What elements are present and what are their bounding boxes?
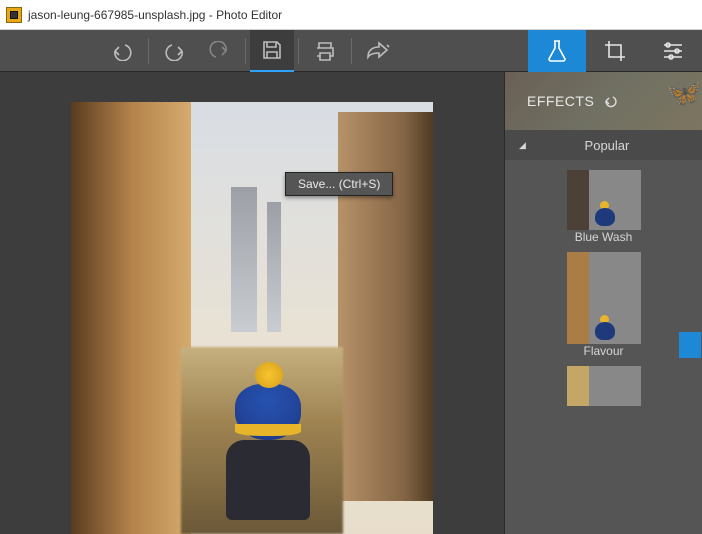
- side-panel-header: EFFECTS 🦋: [505, 72, 702, 130]
- sliders-icon: [661, 41, 685, 61]
- share-icon: [365, 41, 391, 61]
- effect-blue-wash[interactable]: Blue Wash: [567, 170, 641, 250]
- redo-icon: [163, 41, 187, 61]
- window-title: jason-leung-667985-unsplash.jpg - Photo …: [28, 8, 282, 22]
- effect-item[interactable]: [567, 366, 641, 412]
- effects-category-row[interactable]: ◢ Popular: [505, 130, 702, 160]
- save-tooltip: Save... (Ctrl+S): [285, 172, 393, 196]
- app-icon: [6, 7, 22, 23]
- effect-label: Flavour: [567, 344, 641, 358]
- effect-flavour[interactable]: Flavour: [567, 252, 641, 364]
- undo-small-icon[interactable]: [602, 94, 618, 108]
- redo-forward-icon: [207, 41, 231, 61]
- titlebar: jason-leung-667985-unsplash.jpg - Photo …: [0, 0, 702, 30]
- separator: [298, 38, 299, 64]
- save-button[interactable]: [250, 30, 294, 72]
- category-label: Popular: [534, 138, 688, 153]
- effects-thumbs: Blue Wash Flavour: [505, 160, 702, 534]
- butterfly-decor: 🦋: [667, 76, 702, 109]
- undo-icon: [110, 41, 134, 61]
- separator: [351, 38, 352, 64]
- separator: [245, 38, 246, 64]
- separator: [148, 38, 149, 64]
- save-icon: [261, 39, 283, 61]
- print-icon: [313, 40, 337, 62]
- effect-label: Blue Wash: [567, 230, 641, 244]
- redo-button[interactable]: [153, 30, 197, 72]
- tab-crop[interactable]: [586, 30, 644, 72]
- side-panel: EFFECTS 🦋 ◢ Popular Blue Wash Flavour: [504, 72, 702, 534]
- undo-button[interactable]: [100, 30, 144, 72]
- crop-icon: [603, 39, 627, 63]
- tab-adjust[interactable]: [644, 30, 702, 72]
- collapse-icon: ◢: [519, 140, 526, 151]
- print-button[interactable]: [303, 30, 347, 72]
- canvas-image[interactable]: [71, 102, 433, 534]
- redo-forward-button[interactable]: [197, 30, 241, 72]
- effects-label: EFFECTS: [527, 93, 594, 109]
- toolbar: [0, 30, 702, 72]
- canvas-area: Save... (Ctrl+S): [0, 72, 504, 534]
- flask-icon: [546, 38, 568, 64]
- tab-effects[interactable]: [528, 30, 586, 72]
- share-button[interactable]: [356, 30, 400, 72]
